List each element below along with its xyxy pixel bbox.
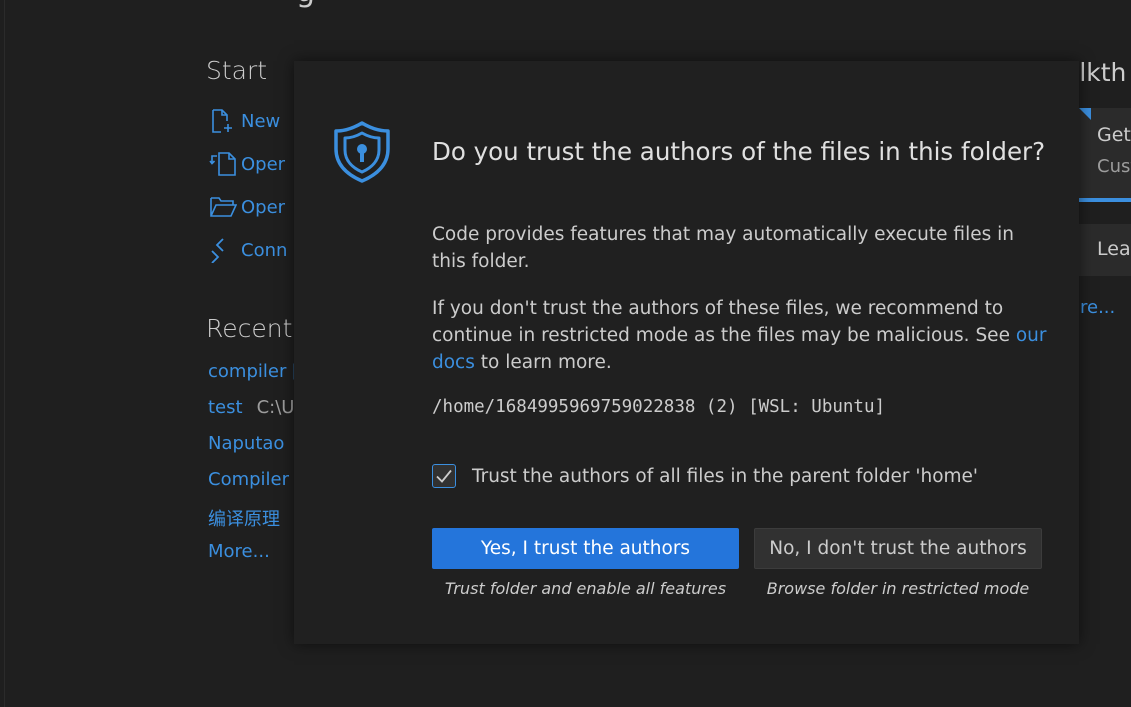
warning-text-before: If you don't trust the authors of these …: [432, 298, 1016, 346]
walkthrough-card-subtitle: Cust: [1097, 156, 1131, 177]
recent-item-name: compiler [: [208, 361, 300, 382]
recent-item[interactable]: 编译原理: [208, 505, 280, 531]
dialog-title: Do you trust the authors of the files in…: [432, 137, 1046, 166]
start-item-label: Oper: [241, 153, 286, 175]
walkthrough-card-learn[interactable]: Lea: [1079, 224, 1131, 276]
folder-path: /home/1684995969759022838 (2) [WSL: Ubun…: [432, 397, 886, 417]
trust-parent-checkbox-row[interactable]: Trust the authors of all files in the pa…: [432, 464, 978, 488]
shield-lock-icon: [330, 119, 394, 183]
start-item-open-folder[interactable]: Oper: [209, 193, 285, 221]
trust-yes-caption: Trust folder and enable all features: [444, 579, 727, 598]
warning-text-after: to learn more.: [474, 352, 612, 373]
trust-no-button[interactable]: No, I don't trust the authors: [754, 528, 1042, 569]
window-edge: [4, 0, 5, 707]
recent-item-path: C:\U: [256, 397, 295, 418]
dialog-description: Code provides features that may automati…: [432, 224, 1014, 272]
recent-item-name: test: [208, 397, 243, 418]
featured-corner: [1079, 108, 1091, 120]
recent-item[interactable]: test C:\U: [208, 397, 294, 418]
recent-more-label: More...: [208, 541, 270, 562]
recent-item[interactable]: compiler [: [208, 361, 299, 382]
start-heading: Start: [206, 56, 268, 85]
start-item-label: Oper: [241, 196, 286, 218]
open-folder-icon: [209, 193, 241, 221]
start-item-new-file[interactable]: New: [209, 107, 280, 135]
welcome-title-partial: g: [296, 0, 315, 9]
remote-connect-icon: [209, 236, 241, 264]
start-item-label: Conn: [241, 239, 288, 261]
walkthroughs-more-link[interactable]: re...: [1080, 297, 1115, 318]
walkthrough-card-get-started[interactable]: Get Cust: [1079, 108, 1131, 202]
open-file-icon: [209, 150, 241, 178]
recent-item[interactable]: Naputao: [208, 433, 284, 454]
recent-more-link[interactable]: More...: [208, 541, 270, 562]
start-item-open-file[interactable]: Oper: [209, 150, 285, 178]
start-item-label: New: [241, 110, 281, 132]
walkthrough-card-title: Get: [1097, 124, 1131, 146]
recent-heading: Recent: [206, 314, 293, 343]
trust-parent-checkbox-label: Trust the authors of all files in the pa…: [472, 465, 979, 487]
trust-parent-checkbox[interactable]: [432, 464, 456, 488]
start-item-connect[interactable]: Conn: [209, 236, 287, 264]
new-file-icon: [209, 107, 241, 135]
checkmark-icon: [436, 469, 452, 483]
walkthrough-card-title: Lea: [1097, 238, 1131, 260]
recent-item[interactable]: Compiler: [208, 469, 289, 490]
dialog-warning: If you don't trust the authors of these …: [432, 295, 1052, 376]
workspace-trust-dialog: Do you trust the authors of the files in…: [294, 61, 1079, 644]
recent-item-name: Naputao: [208, 433, 285, 454]
trust-no-caption: Browse folder in restricted mode: [766, 579, 1030, 598]
recent-item-name: Compiler: [208, 469, 290, 490]
recent-item-name: 编译原理: [208, 509, 280, 530]
trust-yes-button[interactable]: Yes, I trust the authors: [432, 528, 739, 569]
